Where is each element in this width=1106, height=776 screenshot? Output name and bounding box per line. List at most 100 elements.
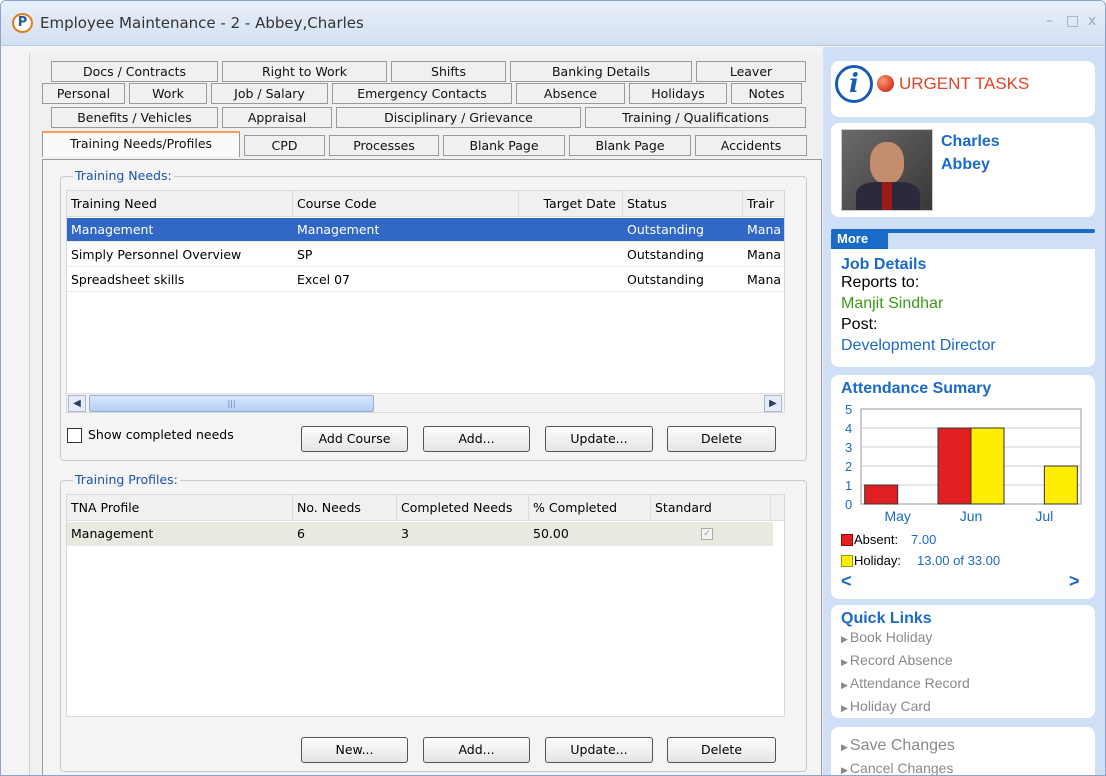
cell-completed-needs: 3 [401,526,409,541]
chart-next-arrow-icon[interactable]: > [1069,571,1080,592]
employee-photo [841,129,933,211]
y-tick-label: 5 [845,402,852,417]
tab-accidents[interactable]: Accidents [695,135,807,156]
tab-appraisal[interactable]: Appraisal [222,107,332,128]
tab-docs-contracts[interactable]: Docs / Contracts [51,61,218,82]
scroll-left-icon[interactable]: ◀ [68,395,86,412]
delete-profile-button[interactable]: Delete [667,737,776,763]
actions-panel: ▶ Save Changes ▶ Cancel Changes [831,727,1095,775]
tab-training-needs-profiles[interactable]: Training Needs/Profiles [42,131,240,157]
tab-cpd[interactable]: CPD [244,135,325,156]
quick-link-attendance-record[interactable]: ▶ Attendance Record [841,673,970,696]
standard-checkbox-icon[interactable]: ✓ [701,528,713,540]
table-row[interactable]: Simply Personnel Overview SP Outstanding… [67,243,784,267]
col-standard[interactable]: Standard [651,495,771,521]
quick-link-book-holiday[interactable]: ▶ Book Holiday [841,627,970,650]
tab-row-3: Benefits / Vehicles Appraisal Disciplina… [42,107,822,128]
window-title: Employee Maintenance - 2 - Abbey,Charles [40,14,364,32]
cell-training-need: Spreadsheet skills [71,272,185,287]
right-sidebar: i URGENT TASKS Charles Abbey More Job De… [823,47,1105,775]
reports-to-value[interactable]: Manjit Sindhar [841,295,943,313]
tab-blank-page-1[interactable]: Blank Page [443,135,565,156]
tab-personal[interactable]: Personal [42,83,125,104]
tab-blank-page-2[interactable]: Blank Page [569,135,691,156]
employee-first-name[interactable]: Charles [941,133,1000,151]
quick-link-holiday-card[interactable]: ▶ Holiday Card [841,696,970,719]
cell-course-code: Management [297,222,380,237]
post-value[interactable]: Development Director [841,337,996,355]
cell-course-code: Excel 07 [297,272,350,287]
minimize-icon[interactable]: – [1046,13,1053,29]
tab-holidays[interactable]: Holidays [629,83,727,104]
maximize-icon[interactable]: □ [1066,13,1079,29]
horizontal-scrollbar[interactable]: ◀ ||| ▶ [67,393,784,412]
triangle-icon: ▶ [841,680,848,690]
col-training-need[interactable]: Training Need [67,191,293,217]
urgent-tasks-panel[interactable]: i URGENT TASKS [831,61,1095,117]
add-course-button[interactable]: Add Course [301,426,408,452]
y-tick-label: 1 [845,478,852,493]
bar-holiday-jun [970,427,1005,505]
triangle-icon: ▶ [841,634,848,644]
more-tab[interactable]: More [831,229,888,249]
update-profile-button[interactable]: Update... [545,737,653,763]
tab-right-to-work[interactable]: Right to Work [222,61,387,82]
delete-need-button[interactable]: Delete [667,426,776,452]
quick-link-record-absence[interactable]: ▶ Record Absence [841,650,970,673]
training-profiles-legend: Training Profiles: [73,472,180,487]
scroll-right-icon[interactable]: ▶ [764,395,782,412]
table-row[interactable]: Management Management Outstanding Mana [67,218,784,242]
cell-training-need: Management [71,222,154,237]
tab-disciplinary-grievance[interactable]: Disciplinary / Grievance [336,107,581,128]
grid-header: TNA Profile No. Needs Completed Needs % … [67,495,784,521]
new-profile-button[interactable]: New... [301,737,408,763]
col-percent-completed[interactable]: % Completed [529,495,651,521]
add-need-button[interactable]: Add... [423,426,530,452]
attendance-summary-panel: Attendance Sumary 0 1 2 3 4 5 May Jun Jul Absent… [831,375,1095,599]
close-icon[interactable]: x [1088,13,1096,29]
col-course-code[interactable]: Course Code [293,191,519,217]
quick-links-heading: Quick Links [841,610,932,627]
cancel-changes-link[interactable]: ▶ Cancel Changes [841,758,953,775]
col-completed-needs[interactable]: Completed Needs [397,495,529,521]
grid-header: Training Need Course Code Target Date St… [67,191,784,217]
urgent-tasks-label[interactable]: URGENT TASKS [899,74,1029,94]
tab-leaver[interactable]: Leaver [696,61,806,82]
tab-absence[interactable]: Absence [516,83,625,104]
tab-training-qualifications[interactable]: Training / Qualifications [585,107,806,128]
save-changes-link[interactable]: ▶ Save Changes [841,735,955,758]
scroll-thumb[interactable]: ||| [89,395,374,412]
x-tick-label: Jun [960,508,983,524]
training-profiles-grid: TNA Profile No. Needs Completed Needs % … [66,494,785,717]
col-tna-profile[interactable]: TNA Profile [67,495,293,521]
cell-no-needs: 6 [297,526,305,541]
col-no-needs[interactable]: No. Needs [293,495,397,521]
tab-processes[interactable]: Processes [329,135,439,156]
triangle-icon: ▶ [841,742,848,752]
show-completed-checkbox[interactable] [67,428,82,443]
training-needs-group: Training Needs: Training Need Course Cod… [60,168,807,461]
legend-holiday-swatch [841,555,853,567]
tab-notes[interactable]: Notes [731,83,802,104]
chart-prev-arrow-icon[interactable]: < [841,571,852,592]
app-logo-icon: P [12,13,33,33]
table-row[interactable]: Management 6 3 50.00 ✓ [67,522,773,546]
add-profile-button[interactable]: Add... [423,737,530,763]
tab-job-salary[interactable]: Job / Salary [211,83,328,104]
table-row[interactable]: Spreadsheet skills Excel 07 Outstanding … [67,268,784,292]
tab-benefits-vehicles[interactable]: Benefits / Vehicles [51,107,218,128]
legend-holiday-label: Holiday: [854,553,901,568]
job-details-heading: Job Details [841,256,927,273]
tab-work[interactable]: Work [129,83,207,104]
triangle-icon: ▶ [841,703,848,713]
cell-course-code: SP [297,247,313,262]
col-status[interactable]: Status [623,191,743,217]
col-target-date[interactable]: Target Date [519,191,623,217]
tab-banking-details[interactable]: Banking Details [510,61,692,82]
y-tick-label: 4 [845,421,852,436]
employee-last-name[interactable]: Abbey [941,156,990,174]
tab-shifts[interactable]: Shifts [391,61,506,82]
tab-emergency-contacts[interactable]: Emergency Contacts [332,83,512,104]
update-need-button[interactable]: Update... [545,426,653,452]
col-trainer[interactable]: Trair [743,191,784,217]
